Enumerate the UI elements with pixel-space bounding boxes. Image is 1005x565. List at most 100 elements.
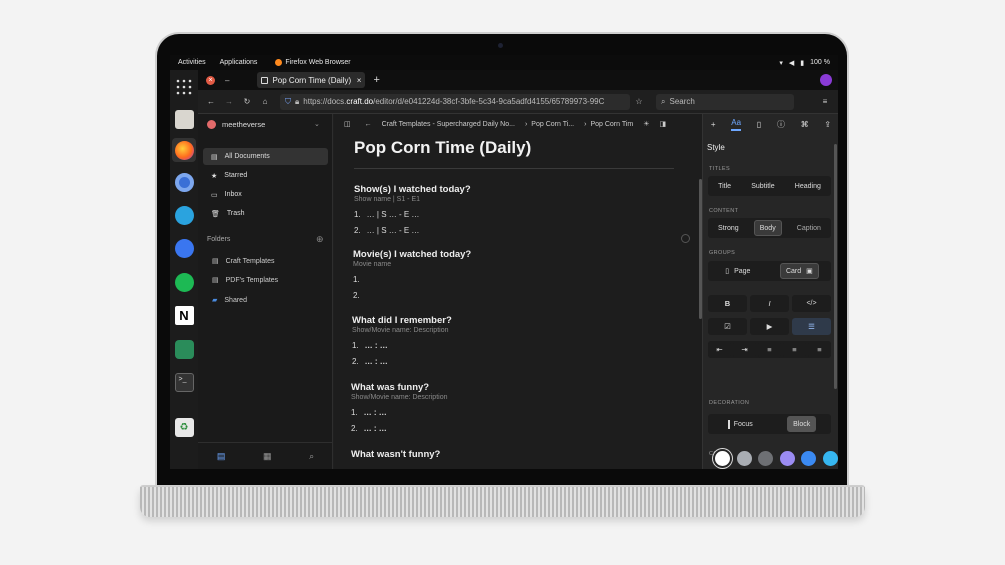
style-strong-button[interactable]: Strong [713,220,744,236]
sidebar-item-inbox[interactable]: ▭ Inbox [203,186,328,203]
forward-icon[interactable]: → [220,97,238,106]
activities-button[interactable]: Activities [178,59,206,66]
focus-bar-icon [727,419,730,429]
back-icon[interactable]: ← [202,97,220,106]
folder-shared[interactable]: ▰ Shared [212,296,247,305]
folder-icon: ▰ [212,297,218,304]
style-title-button[interactable]: Title [713,178,736,194]
panel-toggle-icon[interactable]: ◨ [660,120,667,128]
style-body-button[interactable]: Body [753,220,782,236]
section-not-funny[interactable]: What wasn't funny? [351,449,681,460]
show-apps-icon[interactable] [172,75,196,99]
align-center-icon[interactable]: ≡ [783,341,806,358]
color-swatch[interactable] [758,451,773,466]
notion-icon[interactable]: N [172,303,196,327]
system-tray[interactable]: ▾ ◀ ▮ 100 % [779,59,830,67]
trash-dock-icon[interactable]: ♻ [172,415,196,439]
color-swatch[interactable] [822,451,838,466]
search-input[interactable]: ⌕ Search [656,93,794,110]
active-app-indicator[interactable]: Firefox Web Browser [275,59,351,66]
sidebar-item-trash[interactable]: 🗑︎ Trash [203,205,328,222]
back-icon[interactable]: ← [365,121,372,128]
firefox-window: × – Pop Corn Time (Daily) × + ← → ↻ ⌂ ⛉ … [198,70,838,469]
shortcut-icon[interactable]: ⌘ [801,120,809,129]
firefox-icon [275,59,283,66]
vpn-icon[interactable] [172,337,196,361]
files-icon[interactable] [172,107,196,131]
share-icon[interactable]: ⇪ [824,120,831,129]
sidebar-item-label: Trash [226,210,245,217]
document-info-icon[interactable]: ▯ [757,120,761,129]
indent-icon[interactable]: ⇥ [733,341,756,358]
folder-craft-templates[interactable]: ▤ Craft Templates [212,257,275,266]
breadcrumb-2[interactable]: Pop Corn Ti... [531,121,574,128]
list-item: 1. [353,275,360,284]
sidebar-toggle-icon[interactable]: ◫ [344,120,351,128]
color-swatch[interactable] [715,451,730,466]
numbered-list-icon[interactable]: ☰ [792,318,831,335]
folder-pdf-templates[interactable]: ▤ PDF's Templates [212,276,278,285]
home-icon[interactable]: ⌂ [256,97,274,106]
style-subtitle-button[interactable]: Subtitle [746,178,779,194]
reload-icon[interactable]: ↻ [238,97,256,106]
calendar-icon[interactable]: ▦ [263,451,272,462]
page-title[interactable]: Pop Corn Time (Daily) [354,138,684,158]
section-remember[interactable]: What did I remember? Show/Movie name: De… [352,315,682,366]
applications-menu[interactable]: Applications [220,59,258,66]
lock-icon: 🔒︎ [295,96,300,106]
info-icon[interactable]: ⓘ [777,119,785,130]
color-swatch[interactable] [779,451,795,466]
outdent-icon[interactable]: ⇤ [708,341,731,358]
align-left-icon[interactable]: ≡ [758,341,781,358]
section-subtitle: Show/Movie name: Description [351,394,448,401]
section-funny[interactable]: What was funny? Show/Movie name: Descrip… [351,382,681,433]
section-shows[interactable]: Show(s) I watched today? Show name | S1 … [354,184,684,235]
section-movies[interactable]: Movie(s) I watched today? Movie name 1. … [353,249,683,300]
toggle-list-icon[interactable]: ▶ [750,318,789,335]
italic-button[interactable]: I [750,295,789,312]
bookmark-star-icon[interactable]: ☆ [630,97,648,106]
search-icon[interactable]: ⌕ [309,451,314,462]
color-swatch[interactable] [736,451,752,466]
workspace-chevron-icon[interactable]: ⌄ [314,120,320,128]
tab-close-button[interactable]: × [357,76,362,85]
style-heading-button[interactable]: Heading [790,178,826,194]
titles-label: TITLES [709,166,731,172]
breadcrumb-3[interactable]: Pop Corn Tim [590,121,633,128]
window-minimize-button[interactable]: – [225,76,229,85]
window-close-button[interactable]: × [206,75,215,85]
folder-label: Shared [224,296,247,304]
sidebar-item-all-documents[interactable]: ▤ All Documents [203,148,328,165]
add-folder-icon[interactable]: ⊕ [316,234,324,245]
signal-icon[interactable] [172,236,196,260]
group-page-button[interactable]: ▯ Page [720,263,755,279]
firefox-dock-icon[interactable] [172,138,196,162]
workspace-switcher[interactable]: meetheverse [207,120,265,129]
theme-icon[interactable]: ☀ [643,120,649,128]
sidebar-item-starred[interactable]: ★ Starred [203,167,328,184]
block-handle-icon[interactable] [681,234,690,243]
url-text: https://docs.craft.do/editor/d/e041224d-… [303,97,605,106]
checkbox-list-icon[interactable]: ☑ [708,318,747,335]
panel-scrollbar[interactable] [834,144,837,389]
chromium-icon[interactable] [172,170,196,194]
code-button[interactable]: </> [792,295,831,312]
style-tab[interactable]: Aa [731,118,742,131]
telegram-icon[interactable] [172,203,196,227]
new-tab-button[interactable]: + [373,74,379,86]
color-swatch[interactable] [801,451,816,466]
menu-icon[interactable]: ≡ [816,97,834,106]
align-right-icon[interactable]: ≡ [808,341,831,358]
url-bar[interactable]: ⛉ 🔒︎ https://docs.craft.do/editor/d/e041… [280,93,630,110]
style-caption-button[interactable]: Caption [792,220,826,236]
spotify-icon[interactable] [172,270,196,294]
bold-button[interactable]: B [708,295,747,312]
decoration-focus-button[interactable]: Focus [723,416,758,432]
terminal-icon[interactable]: >_ [172,370,196,394]
add-icon[interactable]: + [711,120,716,129]
breadcrumb-1[interactable]: Craft Templates - Supercharged Daily No.… [382,121,515,128]
documents-view-icon[interactable]: ▤ [217,451,226,462]
group-card-button[interactable]: Card ▣ [779,263,819,279]
decoration-block-button[interactable]: Block [787,416,817,432]
tab-pop-corn-time[interactable]: Pop Corn Time (Daily) × [257,72,366,88]
